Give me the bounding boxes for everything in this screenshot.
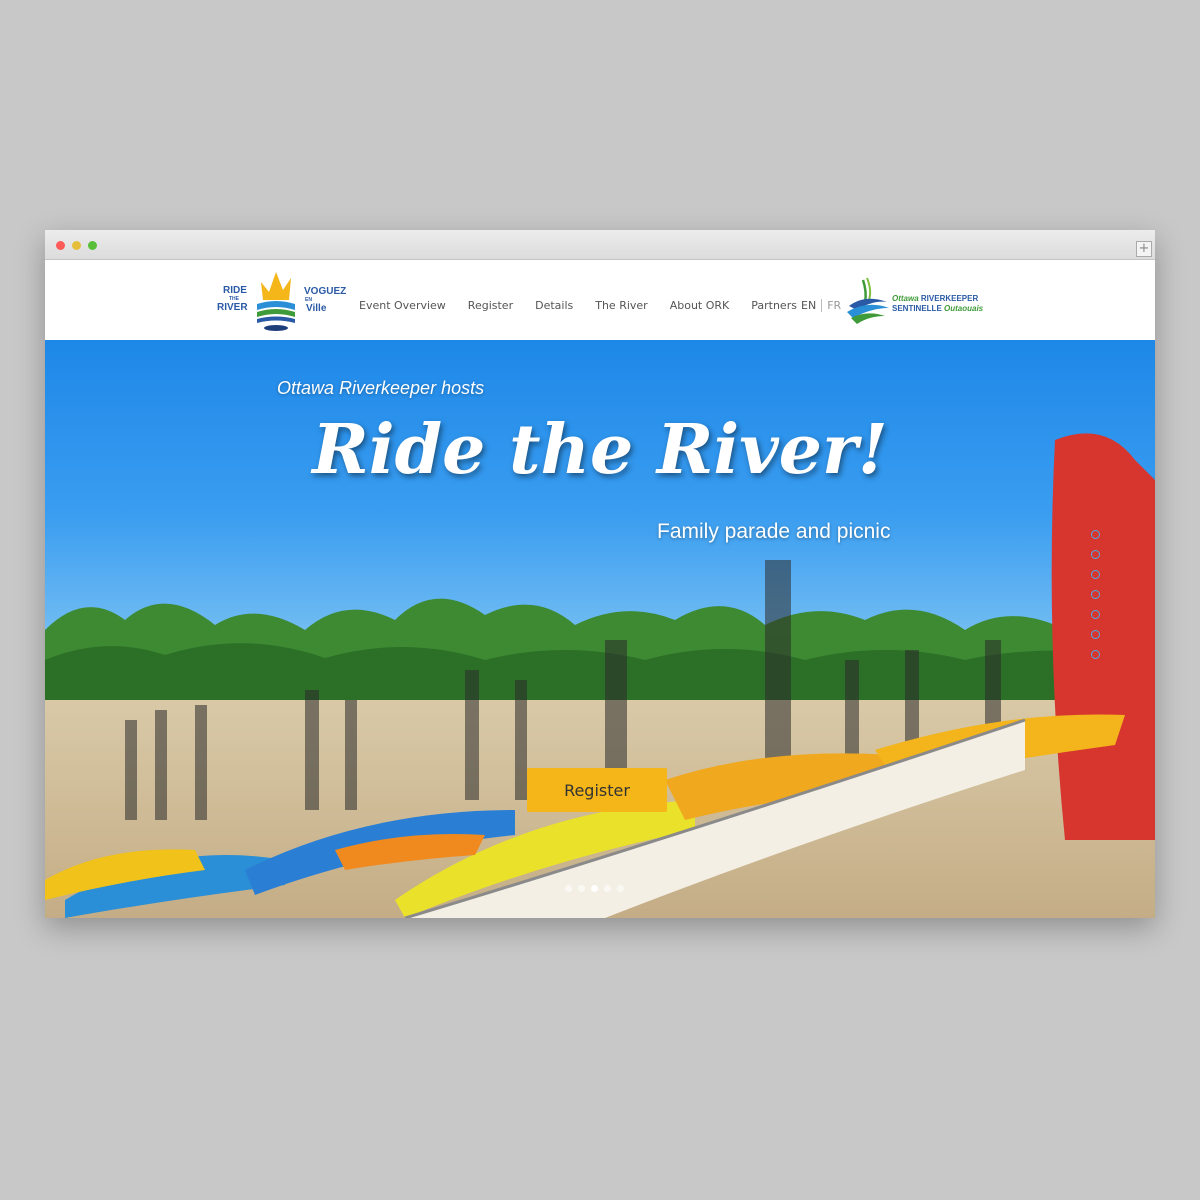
paddle-flame-icon [257,272,295,331]
nav-item-details[interactable]: Details [535,299,573,312]
carousel-dot-active[interactable] [591,885,598,892]
section-nav-dots [1091,530,1100,670]
section-dot[interactable] [1091,650,1100,659]
riverkeeper-line2: SENTINELLE Outaouais [892,304,983,313]
section-dot[interactable] [1091,610,1100,619]
hero-banner: Ottawa Riverkeeper hosts Ride the River!… [45,340,1155,918]
new-tab-plus-icon[interactable]: + [1136,241,1152,257]
section-dot[interactable] [1091,630,1100,639]
minimize-window-button[interactable] [72,241,81,250]
ottawa-riverkeeper-logo[interactable]: Ottawa RIVERKEEPER SENTINELLE Outaouais [845,276,985,326]
carousel-indicators [565,885,630,892]
logo-text-river: RIVER [217,302,248,313]
nav-item-partners[interactable]: Partners [751,299,797,312]
ride-the-river-logo[interactable]: RIDE THE RIVER VOGUEZ EN Ville [217,270,347,334]
riverkeeper-ottawa-text: Ottawa [892,294,919,303]
lang-fr-link[interactable]: FR [821,299,841,312]
sentinelle-text: SENTINELLE [892,304,942,313]
hero-subtitle: Family parade and picnic [657,520,891,543]
lang-en-link[interactable]: EN [801,299,816,312]
main-menu: Event Overview Register Details The Rive… [359,299,819,312]
carousel-dot[interactable] [578,885,585,892]
nav-item-event-overview[interactable]: Event Overview [359,299,446,312]
carousel-dot[interactable] [617,885,624,892]
section-dot[interactable] [1091,550,1100,559]
language-switcher: EN FR [801,299,841,312]
carousel-dot[interactable] [604,885,611,892]
hero-pretitle: Ottawa Riverkeeper hosts [277,378,485,398]
close-window-button[interactable] [56,241,65,250]
nav-item-the-river[interactable]: The River [595,299,647,312]
section-dot[interactable] [1091,570,1100,579]
riverkeeper-line1: Ottawa RIVERKEEPER [892,294,978,303]
outaouais-text: Outaouais [944,304,984,313]
register-button[interactable]: Register [527,768,667,812]
carousel-dot[interactable] [565,885,572,892]
maximize-window-button[interactable] [88,241,97,250]
section-dot[interactable] [1091,590,1100,599]
logo-text-voguez: VOGUEZ [304,286,347,297]
logo-text-ride: RIDE [223,285,247,296]
nav-item-register[interactable]: Register [468,299,513,312]
browser-window: + RIDE THE RIVER VOGUEZ EN Ville Event O… [45,230,1155,918]
riverkeeper-name-text: RIVERKEEPER [920,294,979,303]
nav-item-about-ork[interactable]: About ORK [670,299,730,312]
section-dot[interactable] [1091,530,1100,539]
logo-text-ville: Ville [306,303,327,314]
browser-titlebar: + [45,230,1155,260]
hero-title: Ride the River! [312,410,888,490]
riverkeeper-emblem-icon [847,277,889,324]
site-header: RIDE THE RIVER VOGUEZ EN Ville Event Ove… [45,260,1155,340]
